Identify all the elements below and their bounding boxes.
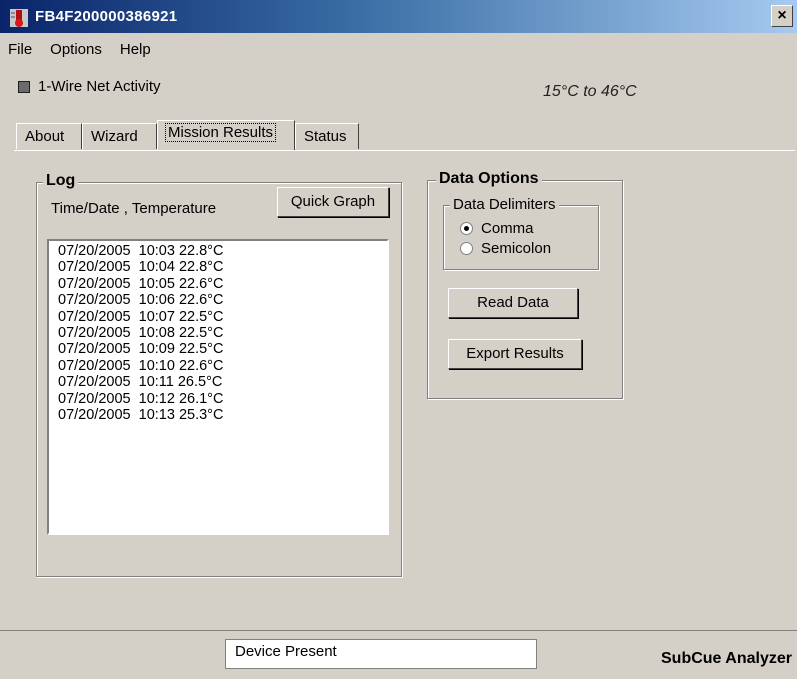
log-row[interactable]: 07/20/2005 10:11 26.5°C bbox=[58, 374, 387, 390]
temperature-range: 15°C to 46°C bbox=[543, 83, 637, 100]
tab-about[interactable]: About bbox=[16, 123, 82, 149]
log-row[interactable]: 07/20/2005 10:07 22.5°C bbox=[58, 309, 387, 325]
semicolon-option[interactable]: Semicolon bbox=[460, 240, 551, 257]
log-row[interactable]: 07/20/2005 10:09 22.5°C bbox=[58, 341, 387, 357]
log-group: Log Time/Date , Temperature Quick Graph … bbox=[36, 172, 402, 577]
tab-mission-results[interactable]: Mission Results bbox=[157, 120, 295, 150]
menu-file[interactable]: File bbox=[0, 37, 42, 65]
log-row[interactable]: 07/20/2005 10:12 26.1°C bbox=[58, 391, 387, 407]
menu-bar: File Options Help bbox=[0, 37, 161, 65]
quick-graph-button[interactable]: Quick Graph bbox=[277, 187, 389, 217]
menu-options[interactable]: Options bbox=[42, 37, 112, 65]
comma-option[interactable]: Comma bbox=[460, 220, 534, 237]
activity-label: 1-Wire Net Activity bbox=[38, 78, 161, 95]
menu-help[interactable]: Help bbox=[112, 37, 161, 65]
log-row[interactable]: 07/20/2005 10:06 22.6°C bbox=[58, 292, 387, 308]
comma-label: Comma bbox=[481, 220, 534, 237]
close-button[interactable]: × bbox=[771, 5, 793, 27]
data-delimiters-title: Data Delimiters bbox=[450, 196, 559, 213]
radio-checked-icon[interactable] bbox=[460, 222, 473, 235]
log-row[interactable]: 07/20/2005 10:04 22.8°C bbox=[58, 259, 387, 275]
export-results-button[interactable]: Export Results bbox=[448, 339, 582, 369]
device-status: Device Present bbox=[225, 639, 537, 669]
mission-results-panel: Log Time/Date , Temperature Quick Graph … bbox=[14, 150, 795, 621]
read-data-button[interactable]: Read Data bbox=[448, 288, 578, 318]
log-row[interactable]: 07/20/2005 10:10 22.6°C bbox=[58, 358, 387, 374]
log-row[interactable]: 07/20/2005 10:08 22.5°C bbox=[58, 325, 387, 341]
title-bar: FB4F200000386921 × bbox=[0, 0, 797, 33]
activity-led-icon bbox=[18, 80, 30, 93]
log-header: Time/Date , Temperature bbox=[51, 200, 217, 217]
data-options-title: Data Options bbox=[436, 170, 542, 188]
brand-label: SubCue Analyzer bbox=[661, 650, 792, 667]
log-row[interactable]: 07/20/2005 10:05 22.6°C bbox=[58, 276, 387, 292]
window-title: FB4F200000386921 bbox=[35, 8, 178, 25]
data-delimiters-group: Data Delimiters Comma Semicolon bbox=[443, 196, 599, 270]
log-row[interactable]: 07/20/2005 10:13 25.3°C bbox=[58, 407, 387, 423]
data-options-group: Data Options Data Delimiters Comma Semic… bbox=[427, 170, 623, 399]
status-bar: Device Present SubCue Analyzer bbox=[0, 630, 797, 679]
tab-wizard[interactable]: Wizard bbox=[82, 123, 157, 149]
log-title: Log bbox=[43, 172, 79, 190]
log-row[interactable]: 07/20/2005 10:03 22.8°C bbox=[58, 243, 387, 259]
thermometer-icon bbox=[10, 9, 28, 27]
log-listbox[interactable]: 07/20/2005 10:03 22.8°C 07/20/2005 10:04… bbox=[47, 239, 389, 535]
radio-unchecked-icon[interactable] bbox=[460, 242, 473, 255]
net-activity: 1-Wire Net Activity bbox=[18, 78, 161, 95]
semicolon-label: Semicolon bbox=[481, 240, 552, 257]
tab-status[interactable]: Status bbox=[295, 123, 359, 149]
